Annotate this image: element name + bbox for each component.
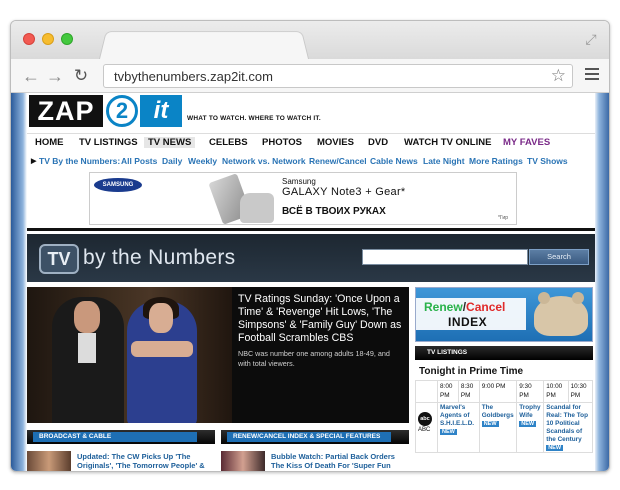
abc-logo-icon: abc [418,412,432,426]
tv-listings-header: TV LISTINGS [415,346,593,360]
story-thumbnail[interactable] [221,451,265,471]
close-window-button[interactable] [23,33,35,45]
subnav-weekly[interactable]: Weekly [188,156,217,166]
browser-window: ⤢ ← → ↻ tvbythenumbers.zap2it.com ☆ ZAP … [10,20,610,472]
page-viewport: ZAP 2 it WHAT TO WATCH. WHERE TO WATCH I… [11,93,609,471]
listing-cell[interactable]: Scandal for Real: The Top 10 Political S… [543,402,593,453]
hero-headline[interactable]: TV Ratings Sunday: 'Once Upon a Time' & … [238,293,403,345]
new-badge: NEW [440,429,457,435]
browser-menu-icon[interactable] [585,68,599,82]
story-headline[interactable]: Updated: The CW Picks Up 'The Originals'… [77,452,215,470]
time-slot: 8:30 PM [457,380,480,403]
network-label: ABC [418,427,431,433]
back-arrow-icon[interactable]: ← [21,66,41,86]
address-bar[interactable]: tvbythenumbers.zap2it.com ☆ [103,64,573,88]
nav-dvd[interactable]: DVD [368,137,388,148]
minimize-window-button[interactable] [42,33,54,45]
subnav-daily[interactable]: Daily [162,156,182,166]
zoom-window-button[interactable] [61,33,73,45]
hero-summary: NBC was number one among adults 18-49, a… [238,349,390,368]
network-cell[interactable]: abc ABC [415,402,438,453]
nav-home[interactable]: HOME [35,137,64,148]
divider [27,228,595,231]
renew-cancel-features-header: RENEW/CANCEL INDEX & SPECIAL FEATURES [221,430,409,444]
show-title[interactable]: The Goldbergs [482,404,515,420]
ad-slogan: ВСЁ В ТВОИХ РУКАХ [282,206,386,217]
renew-cancel-index-label: INDEX [448,315,488,329]
ad-brand: Samsung [282,177,316,186]
logo-it: it [140,95,182,127]
reload-icon[interactable]: ↻ [71,66,91,86]
zap2it-logo[interactable]: ZAP 2 it [29,95,182,127]
prime-time-grid: 8:00 PM 8:30 PM 9:00 PM 9:30 PM 10:00 PM… [415,380,594,453]
samsung-logo: SAMSUNG [94,178,142,192]
url-text: tvbythenumbers.zap2it.com [114,69,273,84]
browser-toolbar: ← → ↻ tvbythenumbers.zap2it.com ☆ [11,59,609,93]
bookmark-star-icon[interactable]: ☆ [551,66,566,86]
ad-watch-image [240,193,274,223]
listing-cell[interactable]: The Goldbergs NEW [478,402,518,453]
subnav-all-posts[interactable]: All Posts [121,156,157,166]
ad-fine-print: *Гир [498,215,508,221]
search-button[interactable]: Search [529,249,589,265]
time-slot: 9:00 PM [478,380,518,403]
show-title[interactable]: Trophy Wife [519,404,541,420]
nav-photos[interactable]: PHOTOS [262,137,302,148]
listing-cell[interactable]: Trophy Wife NEW [516,402,545,453]
show-title[interactable]: Scandal for Real: The Top 10 Political S… [546,404,590,444]
logo-two: 2 [106,95,138,127]
subnav-tv-shows[interactable]: TV Shows [527,156,568,166]
story-headline[interactable]: Bubble Watch: Partial Back Orders The Ki… [271,452,409,471]
tv-logo-icon[interactable]: TV [39,244,79,274]
fullscreen-icon[interactable]: ⤢ [583,31,599,47]
web-page: ZAP 2 it WHAT TO WATCH. WHERE TO WATCH I… [27,93,595,471]
new-badge: NEW [519,421,537,427]
broadcast-cable-header: BROADCAST & CABLE [27,430,215,444]
subnav-label[interactable]: TV By the Numbers: [39,156,120,166]
samsung-ad-banner[interactable]: SAMSUNG Samsung GALAXY Note3 + Gear* ВСЁ… [89,172,517,225]
search-input[interactable] [362,249,528,265]
new-badge: NEW [546,445,564,451]
browser-tab[interactable] [99,31,309,59]
site-tagline: WHAT TO WATCH. WHERE TO WATCH IT. [187,115,321,122]
show-title[interactable]: Marvel's Agents of S.H.I.E.L.D. [440,404,477,428]
nav-celebs[interactable]: CELEBS [209,137,248,148]
logo-zap: ZAP [29,95,103,127]
main-navigation: HOME TV LISTINGS TV NEWS CELEBS PHOTOS M… [27,133,595,151]
hero-image[interactable] [27,287,232,423]
hero-story[interactable]: TV Ratings Sunday: 'Once Upon a Time' & … [232,287,409,423]
hero-person-woman [127,297,197,423]
sub-navigation: ▶ TV By the Numbers: All Posts Daily Wee… [27,156,595,168]
prime-time-title: Tonight in Prime Time [419,366,524,377]
nav-tv-news[interactable]: TV NEWS [144,137,196,148]
nav-my-faves[interactable]: MY FAVES [503,137,550,148]
renew-cancel-title: Renew/Cancel [424,300,506,314]
renew-cancel-index-banner[interactable]: Renew/Cancel INDEX [415,287,593,342]
ad-product: GALAXY Note3 + Gear* [282,186,406,198]
new-badge: NEW [481,421,499,427]
site-title[interactable]: by the Numbers [83,246,235,270]
subnav-more-ratings[interactable]: More Ratings [469,156,523,166]
title-bar: ⤢ [11,21,609,59]
subnav-network-vs-network[interactable]: Network vs. Network [222,156,306,166]
subnav-cable-news[interactable]: Cable News [370,156,418,166]
time-slot: 9:30 PM [516,380,545,403]
forward-arrow-icon[interactable]: → [45,66,65,86]
time-slot: 8:00 PM [437,380,459,403]
tv-by-the-numbers-banner: TV by the Numbers Search [27,234,595,282]
time-slot: 10:30 PM [567,380,594,403]
bear-image [534,292,588,336]
story-thumbnail[interactable] [27,451,71,471]
nav-tv-listings[interactable]: TV LISTINGS [79,137,138,148]
nav-watch-tv-online[interactable]: WATCH TV ONLINE [404,137,491,148]
hero-person-man [52,297,124,423]
subnav-arrow-icon: ▶ [31,158,37,165]
nav-movies[interactable]: MOVIES [317,137,354,148]
subnav-late-night[interactable]: Late Night [423,156,465,166]
listing-cell[interactable]: Marvel's Agents of S.H.I.E.L.D. NEW [437,402,480,453]
time-slot: 10:00 PM [543,380,569,403]
subnav-renew-cancel[interactable]: Renew/Cancel [309,156,367,166]
